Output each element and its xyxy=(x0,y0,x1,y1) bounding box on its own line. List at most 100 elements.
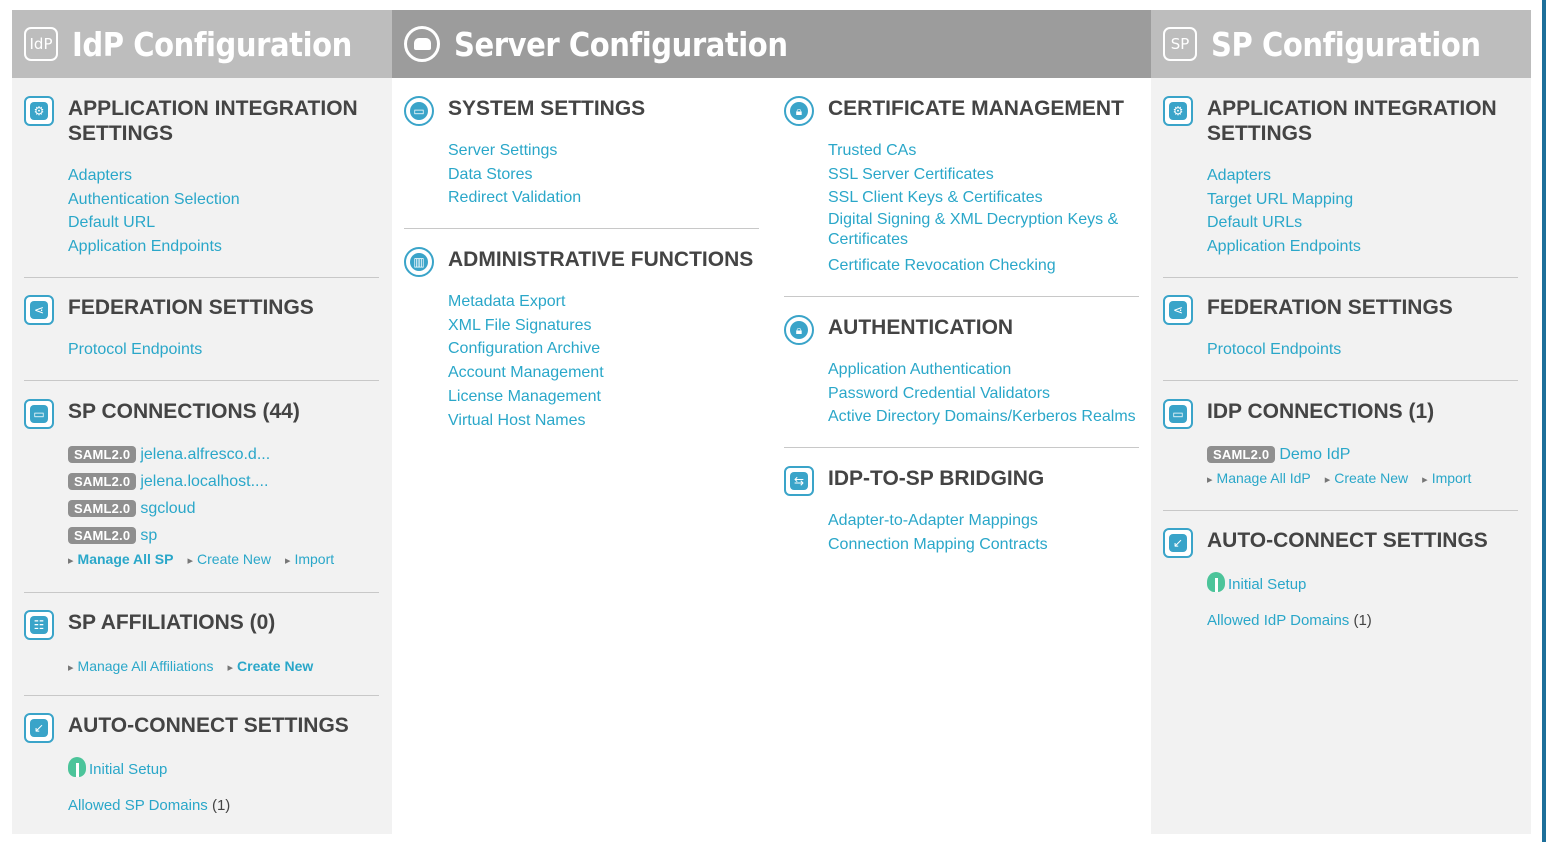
sp-protocol-endpoints-link[interactable]: Protocol Endpoints xyxy=(1207,338,1341,362)
lock-icon: 🔒︎ xyxy=(784,315,814,345)
idp-initial-setup-link[interactable]: Initial Setup xyxy=(68,757,230,782)
digital-signing-keys-link[interactable]: Digital Signing & XML Decryption Keys & … xyxy=(828,210,1128,250)
trusted-cas-link[interactable]: Trusted CAs xyxy=(828,139,1128,163)
share-icon: ⋖ xyxy=(24,295,54,325)
divider xyxy=(1163,380,1518,381)
window-edge xyxy=(1542,0,1546,842)
list-item: SAML2.0 sgcloud xyxy=(68,495,348,522)
monitor-icon: ▭ xyxy=(404,96,434,126)
server-column-header: Server Configuration xyxy=(392,10,1151,78)
xml-file-signatures-link[interactable]: XML File Signatures xyxy=(448,314,604,338)
divider xyxy=(1163,277,1518,278)
authentication-selection-link[interactable]: Authentication Selection xyxy=(68,188,240,212)
adapter-to-adapter-mappings-link[interactable]: Adapter-to-Adapter Mappings xyxy=(828,509,1048,533)
section-title: AUTO-CONNECT SETTINGS xyxy=(68,714,349,737)
server-settings-link[interactable]: Server Settings xyxy=(448,139,581,163)
section-title: SYSTEM SETTINGS xyxy=(448,97,646,120)
divider xyxy=(784,296,1139,297)
sp-column-header: SP SP Configuration xyxy=(1151,10,1531,78)
sp-connection-link[interactable]: sp xyxy=(140,527,157,545)
divider xyxy=(24,277,379,278)
idp-adapters-link[interactable]: Adapters xyxy=(68,164,240,188)
sp-connection-link[interactable]: jelena.localhost.... xyxy=(140,473,268,491)
section-title: CERTIFICATE MANAGEMENT xyxy=(828,97,1124,120)
allowed-sp-domains-link[interactable]: Allowed SP Domains xyxy=(68,797,208,814)
redirect-validation-link[interactable]: Redirect Validation xyxy=(448,186,581,210)
sp-initial-setup-link[interactable]: Initial Setup xyxy=(1207,572,1372,597)
sp-affiliation-actions: Manage All Affiliations Create New xyxy=(68,658,327,674)
sp-application-endpoints-link[interactable]: Application Endpoints xyxy=(1207,235,1361,259)
account-management-link[interactable]: Account Management xyxy=(448,361,604,385)
idp-connection-link[interactable]: Demo IdP xyxy=(1279,446,1350,464)
section-title: AUTO-CONNECT SETTINGS xyxy=(1207,529,1488,552)
manage-all-sp-link[interactable]: Manage All SP xyxy=(68,551,174,567)
idp-application-endpoints-link[interactable]: Application Endpoints xyxy=(68,235,240,259)
divider xyxy=(1163,510,1518,511)
idp-column-header: IdP IdP Configuration xyxy=(12,10,392,78)
section-title: ADMINISTRATIVE FUNCTIONS xyxy=(448,248,754,271)
data-stores-link[interactable]: Data Stores xyxy=(448,163,581,187)
allowed-idp-domains-row: Allowed IdP Domains (1) xyxy=(1207,609,1372,633)
sp-connection-link[interactable]: sgcloud xyxy=(140,500,195,518)
application-authentication-link[interactable]: Application Authentication xyxy=(828,358,1136,382)
allowed-sp-domains-count: (1) xyxy=(211,796,231,814)
protocol-badge: SAML2.0 xyxy=(68,500,137,517)
create-new-affiliation-link[interactable]: Create New xyxy=(227,658,313,674)
allowed-sp-domains-row: Allowed SP Domains (1) xyxy=(68,794,230,818)
ssl-server-certificates-link[interactable]: SSL Server Certificates xyxy=(828,163,1128,187)
sp-adapters-link[interactable]: Adapters xyxy=(1207,164,1361,188)
section-title: SP AFFILIATIONS (0) xyxy=(68,611,276,634)
certificate-revocation-checking-link[interactable]: Certificate Revocation Checking xyxy=(828,254,1128,278)
lock-icon: 🔒︎ xyxy=(784,96,814,126)
connection-mapping-contracts-link[interactable]: Connection Mapping Contracts xyxy=(828,533,1048,557)
list-item: SAML2.0 jelena.alfresco.d... xyxy=(68,441,348,468)
sp-connection-link[interactable]: jelena.alfresco.d... xyxy=(140,446,270,464)
section-title: IDP-TO-SP BRIDGING xyxy=(828,467,1045,490)
protocol-badge: SAML2.0 xyxy=(1207,446,1276,463)
list-item: SAML2.0 sp xyxy=(68,522,348,549)
book-icon: ▥ xyxy=(404,247,434,277)
section-title: APPLICATION INTEGRATION SETTINGS xyxy=(68,97,358,145)
divider xyxy=(24,695,379,696)
server-icon xyxy=(404,26,440,62)
import-idp-link[interactable]: Import xyxy=(1422,470,1472,486)
active-directory-domains-link[interactable]: Active Directory Domains/Kerberos Realms xyxy=(828,405,1136,429)
default-urls-link[interactable]: Default URLs xyxy=(1207,211,1361,235)
section-title: SP CONNECTIONS (44) xyxy=(68,400,300,423)
create-new-sp-link[interactable]: Create New xyxy=(187,551,271,567)
create-new-idp-link[interactable]: Create New xyxy=(1325,470,1408,486)
ssl-client-keys-link[interactable]: SSL Client Keys & Certificates xyxy=(828,186,1128,210)
section-title: FEDERATION SETTINGS xyxy=(68,296,314,319)
sp-configuration-column: SP SP Configuration ⚙ APPLICATION INTEGR… xyxy=(1151,10,1531,834)
divider xyxy=(24,592,379,593)
idp-column-title: IdP Configuration xyxy=(72,24,352,64)
manage-all-idp-link[interactable]: Manage All IdP xyxy=(1207,470,1311,486)
connection-icon: ▭ xyxy=(24,399,54,429)
info-icon xyxy=(1207,572,1225,592)
list-item: SAML2.0 Demo IdP xyxy=(1207,441,1485,468)
section-title: APPLICATION INTEGRATION SETTINGS xyxy=(1207,97,1497,145)
idp-connection-actions: Manage All IdP Create New Import xyxy=(1207,470,1485,486)
auto-connect-icon: ↙ xyxy=(1163,528,1193,558)
password-credential-validators-link[interactable]: Password Credential Validators xyxy=(828,382,1136,406)
idp-icon: IdP xyxy=(24,27,58,61)
gear-icon: ⚙ xyxy=(24,96,54,126)
allowed-idp-domains-link[interactable]: Allowed IdP Domains xyxy=(1207,612,1349,629)
idp-configuration-column: IdP IdP Configuration ⚙ APPLICATION INTE… xyxy=(12,10,392,834)
import-sp-link[interactable]: Import xyxy=(285,551,334,567)
metadata-export-link[interactable]: Metadata Export xyxy=(448,290,604,314)
protocol-badge: SAML2.0 xyxy=(68,473,137,490)
target-url-mapping-link[interactable]: Target URL Mapping xyxy=(1207,188,1361,212)
server-configuration-column: Server Configuration ▭ SYSTEM SETTINGS S… xyxy=(392,10,1151,834)
bridge-icon: ⇆ xyxy=(784,466,814,496)
virtual-host-names-link[interactable]: Virtual Host Names xyxy=(448,409,604,433)
divider xyxy=(24,380,379,381)
divider xyxy=(404,228,759,229)
configuration-archive-link[interactable]: Configuration Archive xyxy=(448,337,604,361)
section-title: FEDERATION SETTINGS xyxy=(1207,296,1453,319)
manage-all-affiliations-link[interactable]: Manage All Affiliations xyxy=(68,658,214,674)
idp-protocol-endpoints-link[interactable]: Protocol Endpoints xyxy=(68,338,202,362)
gear-icon: ⚙ xyxy=(1163,96,1193,126)
license-management-link[interactable]: License Management xyxy=(448,385,604,409)
default-url-link[interactable]: Default URL xyxy=(68,211,240,235)
